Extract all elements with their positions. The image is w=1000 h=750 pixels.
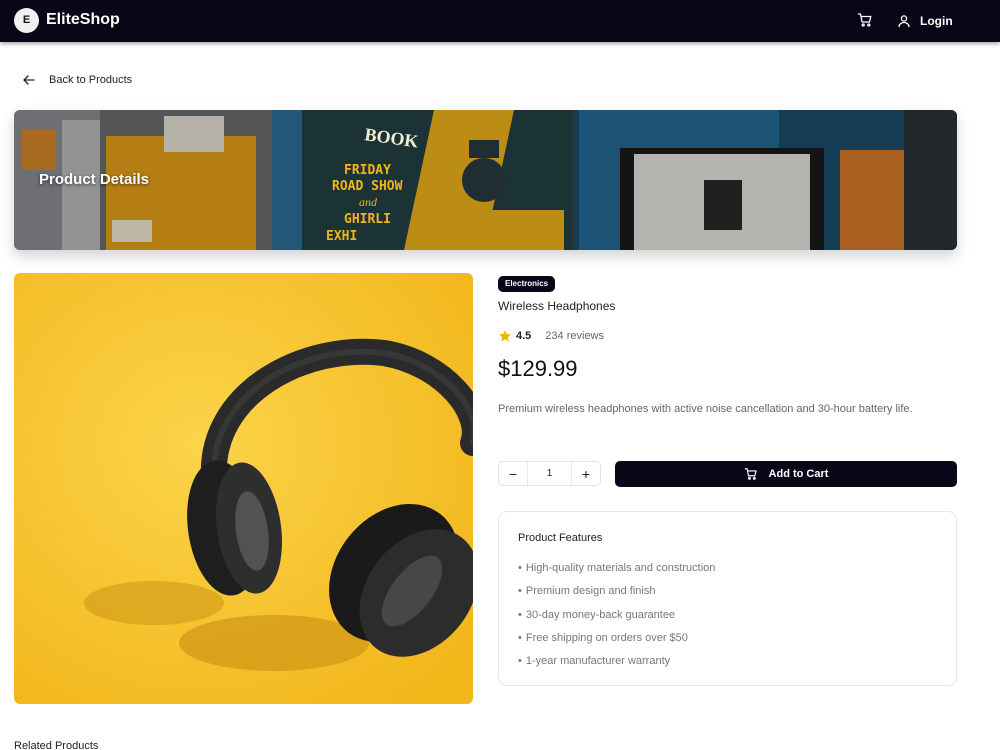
decrease-quantity-button[interactable]: − [499, 462, 527, 485]
bullet: • [518, 655, 522, 668]
rating: 4.5 234 reviews [498, 328, 604, 344]
top-navbar: E EliteShop Login [0, 0, 1000, 42]
arrow-left-icon [23, 75, 35, 85]
increase-quantity-button[interactable]: + [572, 462, 600, 485]
product-name: Wireless Headphones [498, 299, 616, 313]
rating-value: 4.5 [516, 330, 532, 342]
login-label: Login [920, 14, 953, 28]
hero-title: Product Details [39, 171, 150, 188]
add-to-cart-button[interactable]: Add to Cart [615, 461, 957, 487]
user-icon [898, 15, 910, 28]
product-description: Premium wireless headphones with active … [498, 403, 913, 415]
hero-text-ghirli: GHIRLI [344, 212, 391, 227]
logo-badge[interactable]: E [14, 8, 39, 33]
feature-item: • 30-day money-back guarantee [518, 607, 715, 630]
cart-icon [744, 468, 757, 480]
feature-item: • Free shipping on orders over $50 [518, 630, 715, 653]
back-to-products-link[interactable]: Back to Products [22, 71, 132, 89]
feature-text: Free shipping on orders over $50 [525, 631, 688, 644]
quantity-input[interactable] [527, 462, 572, 485]
features-title: Product Features [518, 532, 603, 544]
back-label: Back to Products [49, 74, 133, 86]
feature-item: • High-quality materials and construction [518, 560, 715, 583]
hero-banner: BOOK FRIDAY ROAD SHOW and GHIRLI EXHI Pr… [14, 110, 957, 250]
related-products-heading: Related Products [14, 740, 99, 750]
add-to-cart-label: Add to Cart [768, 468, 829, 480]
feature-item: • 1-year manufacturer warranty [518, 653, 715, 676]
feature-text: High-quality materials and construction [525, 562, 716, 574]
product-price: $129.99 [498, 356, 578, 381]
hero-text-and: and [359, 195, 378, 209]
review-count[interactable]: 234 reviews [545, 330, 604, 342]
hero-text-road-show: ROAD SHOW [332, 179, 403, 194]
feature-text: 1-year manufacturer warranty [525, 655, 671, 668]
feature-text: Premium design and finish [525, 585, 656, 598]
login-button[interactable]: Login [897, 11, 953, 31]
cart-icon[interactable] [857, 12, 873, 28]
product-features-card: Product Features • High-quality materials… [498, 511, 957, 686]
brand-name[interactable]: EliteShop [46, 11, 120, 29]
bullet: • [518, 631, 522, 644]
bullet: • [518, 585, 522, 598]
bullet: • [518, 562, 522, 574]
features-list: • High-quality materials and construction… [518, 560, 715, 676]
feature-text: 30-day money-back guarantee [525, 608, 676, 621]
hero-text-exhi: EXHI [326, 229, 357, 244]
hero-image: BOOK FRIDAY ROAD SHOW and GHIRLI EXHI [14, 110, 957, 250]
product-image [14, 273, 473, 704]
hero-text-friday: FRIDAY [344, 163, 391, 178]
category-badge[interactable]: Electronics [498, 276, 556, 292]
feature-item: • Premium design and finish [518, 583, 715, 606]
bullet: • [518, 608, 522, 621]
quantity-stepper: − + [498, 461, 601, 486]
star-icon [499, 330, 511, 342]
